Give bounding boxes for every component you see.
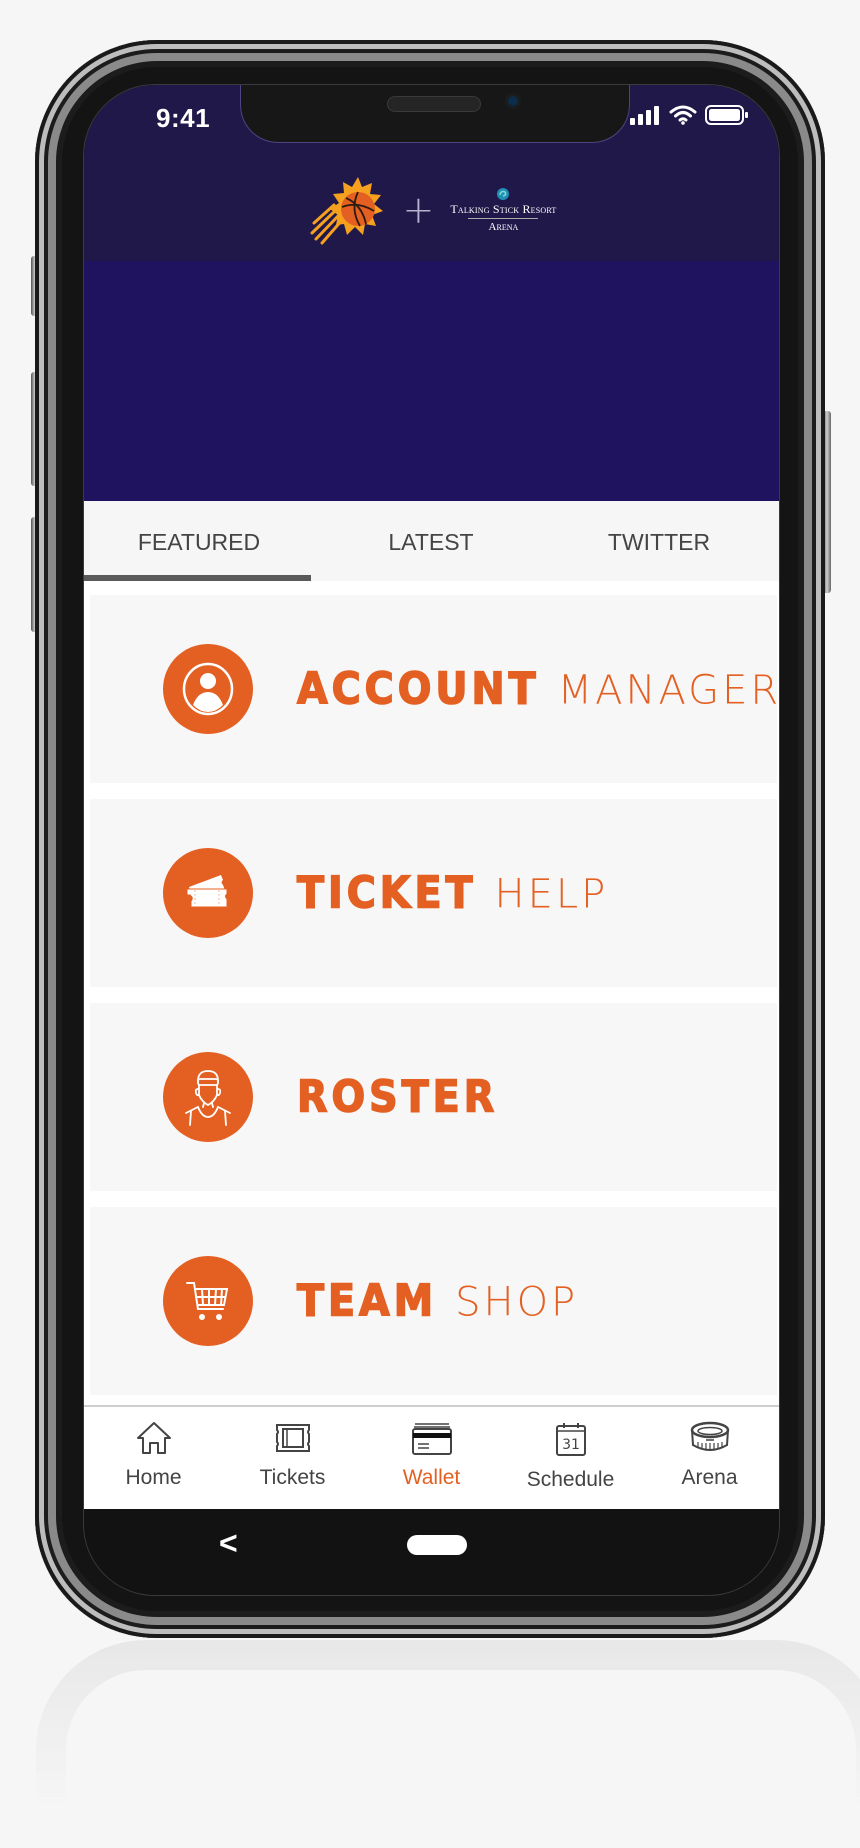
ticket-icon [163,848,253,938]
nav-schedule[interactable]: 31 Schedule [501,1421,640,1492]
nav-arena[interactable]: Arena [640,1421,779,1490]
nav-wallet-label: Wallet [402,1466,461,1489]
arena-swirl-icon [497,188,510,200]
suns-logo-icon [310,177,384,245]
card-title-bold: TICKET [296,867,477,920]
nav-schedule-label: Schedule [526,1468,615,1491]
app-header: 9:41 + Talking Stick Resort Arena [84,85,779,261]
arena-icon [690,1421,729,1451]
featured-list: ACCOUNT MANAGER TICKET HELP ROSTER TEAM … [84,581,779,1405]
header-logos: + Talking Stick Resort Arena [84,175,779,245]
nav-wallet[interactable]: Wallet [362,1421,501,1490]
nav-home-label: Home [125,1466,182,1489]
back-button[interactable]: < [219,1525,238,1562]
nav-home[interactable]: Home [84,1421,223,1490]
nav-tickets[interactable]: Tickets [223,1421,362,1490]
tab-latest[interactable]: LATEST [316,529,546,556]
content-tabs: FEATURED LATEST TWITTER [84,501,779,581]
plus-symbol: + [402,188,435,232]
card-title-bold: ROSTER [296,1071,499,1124]
tab-featured[interactable]: FEATURED [84,529,314,556]
cellular-signal-icon [630,106,659,125]
card-title-bold: TEAM [296,1275,438,1328]
home-pill-button[interactable] [407,1535,467,1555]
earpiece-speaker [387,96,481,112]
card-title: ACCOUNT MANAGER [296,663,780,716]
ticket-outline-icon [275,1424,310,1452]
card-ticket-help[interactable]: TICKET HELP [90,799,777,987]
status-time: 9:41 [156,103,211,133]
system-nav-bar: < [84,1509,779,1595]
battery-icon [705,105,748,125]
calendar-icon: 31 [555,1423,586,1456]
card-account-manager[interactable]: ACCOUNT MANAGER [90,595,780,783]
card-title: ROSTER [296,1071,499,1124]
arena-logo-line2: Arena [468,218,539,233]
card-roster[interactable]: ROSTER [90,1003,777,1191]
notch [240,85,630,143]
calendar-day: 31 [562,1437,580,1453]
card-title: TICKET HELP [296,867,609,920]
arena-logo-line1: Talking Stick Resort [450,202,557,216]
hero-banner[interactable] [84,261,779,501]
app-screen: 9:41 + Talking Stick Resort Arena FEATUR… [83,84,780,1596]
card-title-light: SHOP [455,1279,579,1326]
phone-reflection [36,1640,860,1810]
account-icon [163,644,253,734]
player-icon [163,1052,253,1142]
cart-icon [163,1256,253,1346]
front-camera [505,93,521,109]
card-title-bold: ACCOUNT [296,663,540,716]
wifi-icon [669,105,697,125]
wallet-icon [411,1423,452,1455]
tab-twitter[interactable]: TWITTER [544,529,774,556]
home-icon [136,1422,171,1454]
status-icons [629,105,749,125]
card-team-shop[interactable]: TEAM SHOP [90,1207,777,1395]
nav-arena-label: Arena [681,1466,738,1489]
arena-logo: Talking Stick Resort Arena [450,187,556,233]
nav-tickets-label: Tickets [259,1466,326,1489]
card-title-light: MANAGER [557,667,780,714]
card-title-light: HELP [494,871,609,918]
bottom-tab-bar: Home Tickets Wallet 31 Schedule Arena [84,1405,779,1511]
card-title: TEAM SHOP [296,1275,579,1328]
